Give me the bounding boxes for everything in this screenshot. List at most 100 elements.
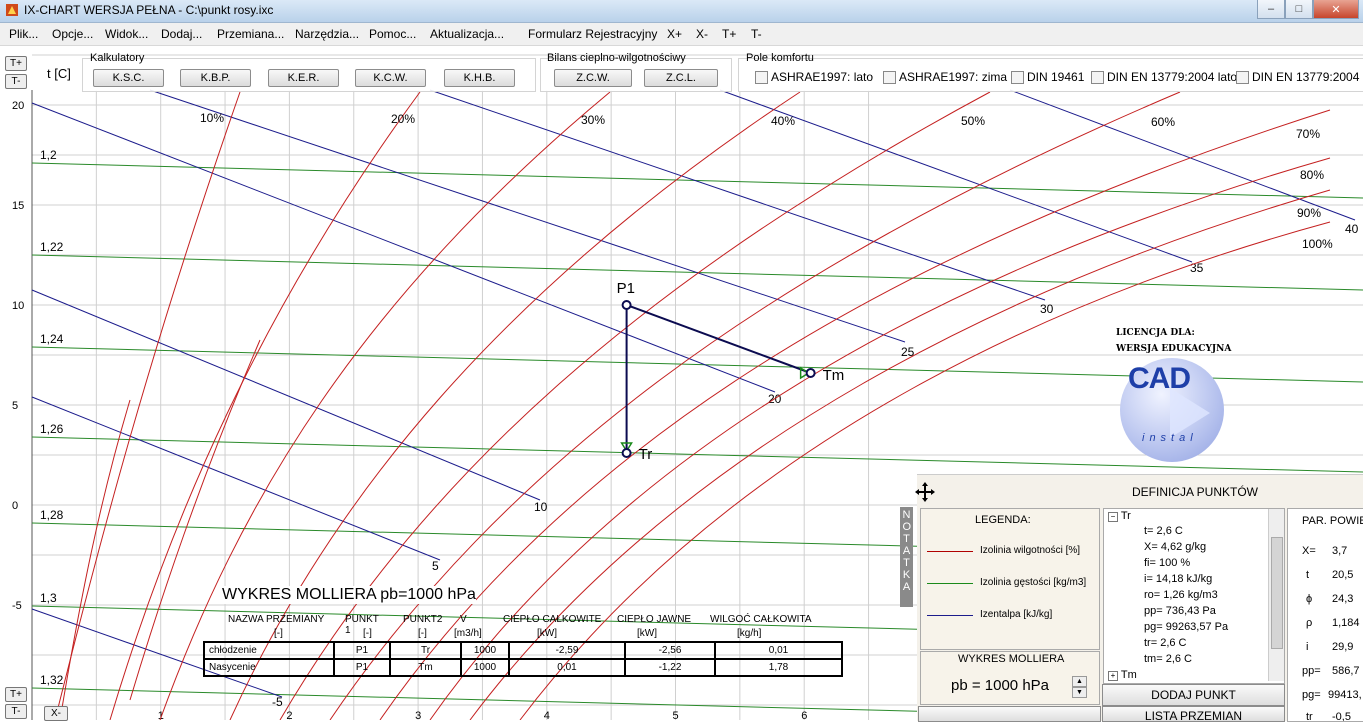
params-title: PAR. POWIE	[1302, 515, 1363, 527]
param-key: ρ	[1306, 617, 1313, 629]
tree-node-tm[interactable]: + Tm	[1108, 669, 1137, 681]
notatka-tab[interactable]: NOTATKA	[900, 507, 913, 607]
point-marker	[621, 448, 632, 458]
param-value: 99413,	[1328, 689, 1362, 701]
zcw-button[interactable]: Z.C.W.	[554, 69, 632, 87]
density-label: 1,26	[40, 422, 64, 436]
th-cj: CIEPŁO JAWNE	[617, 614, 692, 625]
density-label: 1,32	[40, 673, 64, 687]
tree-item[interactable]: tr= 2,6 C	[1144, 637, 1187, 649]
density-label: 1,28	[40, 508, 64, 522]
param-key: i	[1306, 641, 1309, 653]
zcl-button[interactable]: Z.C.L.	[644, 69, 718, 87]
th-name: NAZWA PRZEMIANY	[228, 614, 325, 625]
cell: Tr	[389, 641, 462, 660]
humidity-label: 50%	[961, 114, 985, 128]
khb-button[interactable]: K.H.B.	[444, 69, 515, 87]
humidity-label: 10%	[200, 111, 224, 125]
ksc-button[interactable]: K.S.C.	[93, 69, 164, 87]
param-key: X=	[1302, 545, 1316, 557]
tree-scrollbar[interactable]	[1268, 509, 1284, 681]
tu-cj: [kW]	[637, 628, 657, 639]
tree-node-tm-label: Tm	[1120, 669, 1137, 681]
tree-item[interactable]: ro= 1,26 kg/m3	[1144, 589, 1218, 601]
legend-title: LEGENDA:	[975, 514, 1031, 526]
x-tick-label: 2	[286, 710, 292, 720]
cell: chłodzenie	[203, 641, 335, 660]
cell: Tm	[389, 658, 462, 677]
point-label: Tr	[639, 446, 653, 463]
tree-item[interactable]: fi= 100 %	[1144, 557, 1190, 569]
move-icon[interactable]	[914, 481, 936, 503]
humidity-label: 60%	[1151, 115, 1175, 129]
legend-swatch-enthalpy	[927, 615, 973, 616]
humidity-label: 70%	[1296, 127, 1320, 141]
add-point-button[interactable]: DODAJ PUNKT	[1102, 684, 1285, 706]
kcw-button[interactable]: K.C.W.	[355, 69, 426, 87]
tree-item[interactable]: X= 4,62 g/kg	[1144, 541, 1206, 553]
pressure-value: pb = 1000 hPa	[951, 677, 1050, 694]
din13779-zima-checkbox[interactable]: DIN EN 13779:2004 zima	[1236, 70, 1363, 84]
kalkulatory-title: Kalkulatory	[90, 52, 145, 64]
cell: 0,01	[714, 641, 843, 660]
y-tick-label: 5	[12, 400, 18, 412]
table-row[interactable]: chłodzenie P1 Tr 1000 -2,59 -2,56 0,01	[203, 641, 843, 660]
t-plus-button-bottom[interactable]: T+	[5, 687, 27, 702]
bilans-title: Bilans cieplno-wilgotnościwy	[547, 52, 686, 64]
ashrae-lato-label: ASHRAE1997: lato	[771, 70, 874, 84]
enthalpy-label: 30	[1040, 302, 1054, 316]
cell: 1000	[460, 641, 510, 660]
tree-item[interactable]: tm= 2,6 C	[1144, 653, 1192, 665]
enthalpy-label: 40	[1345, 222, 1359, 236]
x-minus-button[interactable]: X-	[44, 706, 68, 721]
cell: 1000	[460, 658, 510, 677]
y-axis-label: t [C]	[47, 66, 71, 81]
th-v: V	[460, 614, 467, 625]
scrollbar-thumb[interactable]	[1271, 537, 1283, 649]
tu-name: [-]	[274, 628, 283, 639]
pressure-down-button[interactable]: ▼	[1072, 687, 1087, 698]
cell: -2,59	[508, 641, 626, 660]
collapse-icon[interactable]: −	[1108, 512, 1118, 522]
tree-item[interactable]: t= 2,6 C	[1144, 525, 1183, 537]
din13779-lato-label: DIN EN 13779:2004 lato	[1107, 70, 1238, 84]
y-tick-label: 10	[12, 300, 24, 312]
din19461-checkbox[interactable]: DIN 19461	[1011, 70, 1084, 84]
points-tree[interactable]: − Tr t= 2,6 C X= 4,62 g/kg fi= 100 % i= …	[1103, 508, 1285, 684]
param-key: pp=	[1302, 665, 1321, 677]
t-plus-button[interactable]: T+	[5, 56, 27, 71]
table-row[interactable]: Nasycenie P1 Tm 1000 0,01 -1,22 1,78	[203, 658, 843, 677]
th-cc: CIEPŁO CAŁKOWITE	[503, 614, 602, 625]
ashrae-lato-checkbox[interactable]: ASHRAE1997: lato	[755, 70, 873, 84]
pressure-box: WYKRES MOLLIERA pb = 1000 hPa ▲ ▼	[920, 651, 1100, 705]
point-marker	[805, 368, 816, 378]
ashrae-zima-checkbox[interactable]: ASHRAE1997: zima	[883, 70, 1007, 84]
transform-table: chłodzenie P1 Tr 1000 -2,59 -2,56 0,01 N…	[203, 641, 843, 677]
x-tick-label: 6	[801, 710, 807, 720]
t-minus-button[interactable]: T-	[5, 74, 27, 89]
tree-root-label: Tr	[1120, 510, 1131, 522]
density-label: 1,22	[40, 240, 64, 254]
tree-item[interactable]: i= 14,18 kJ/kg	[1144, 573, 1212, 585]
din13779-lato-checkbox[interactable]: DIN EN 13779:2004 lato	[1091, 70, 1237, 84]
tu-p2: [-]	[418, 628, 427, 639]
license-line2: WERSJA EDUKACYJNA	[1116, 344, 1232, 354]
y-tick-label: 0	[12, 500, 18, 512]
tu-wc: [kg/h]	[737, 628, 762, 639]
expand-icon[interactable]: +	[1108, 671, 1118, 681]
x-tick-label: 5	[673, 710, 679, 720]
tree-item[interactable]: pg= 99263,57 Pa	[1144, 621, 1228, 633]
x-tick-label: 4	[544, 710, 550, 720]
th-wc: WILGOĆ CAŁKOWITA	[710, 614, 812, 625]
humidity-label: 100%	[1302, 237, 1333, 251]
tree-item[interactable]: pp= 736,43 Pa	[1144, 605, 1216, 617]
legend-label-density: Izolinia gęstości [kg/m3]	[980, 577, 1087, 588]
cell: P1	[333, 641, 391, 660]
params-panel: PAR. POWIE X= 3,7 t 20,5 ϕ 24,3 ρ 1,184 i 29,…	[1287, 508, 1363, 722]
t-minus-button-bottom[interactable]: T-	[5, 704, 27, 719]
tree-root[interactable]: − Tr	[1108, 510, 1131, 522]
license-line1: LICENCJA DLA:	[1116, 328, 1195, 338]
pressure-up-button[interactable]: ▲	[1072, 676, 1087, 687]
kbp-button[interactable]: K.B.P.	[180, 69, 251, 87]
ker-button[interactable]: K.E.R.	[268, 69, 339, 87]
